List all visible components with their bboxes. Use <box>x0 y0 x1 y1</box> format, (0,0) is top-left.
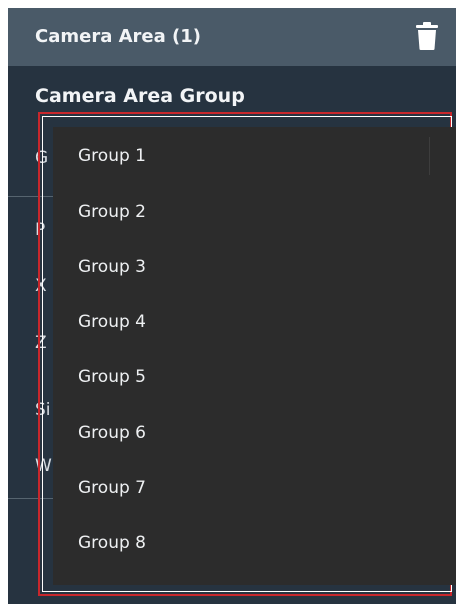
dropdown-option-group-1[interactable]: Group 1 <box>78 146 146 166</box>
dropdown-option-group-2[interactable]: Group 2 <box>78 202 146 222</box>
dropdown-option-group-4[interactable]: Group 4 <box>78 312 146 332</box>
panel-title: Camera Area (1) <box>35 26 202 47</box>
dropdown-option-group-8[interactable]: Group 8 <box>78 533 146 553</box>
dropdown-option-group-6[interactable]: Group 6 <box>78 423 146 443</box>
section-title: Camera Area Group <box>35 85 245 107</box>
dropdown-option-group-5[interactable]: Group 5 <box>78 367 146 387</box>
group-dropdown-list[interactable]: Group 1 Group 2 Group 3 Group 4 Group 5 … <box>53 127 456 585</box>
trash-icon[interactable] <box>416 22 438 50</box>
dropdown-option-group-7[interactable]: Group 7 <box>78 478 146 498</box>
separator <box>429 137 430 175</box>
panel-header: Camera Area (1) <box>8 8 456 66</box>
dropdown-option-group-3[interactable]: Group 3 <box>78 257 146 277</box>
